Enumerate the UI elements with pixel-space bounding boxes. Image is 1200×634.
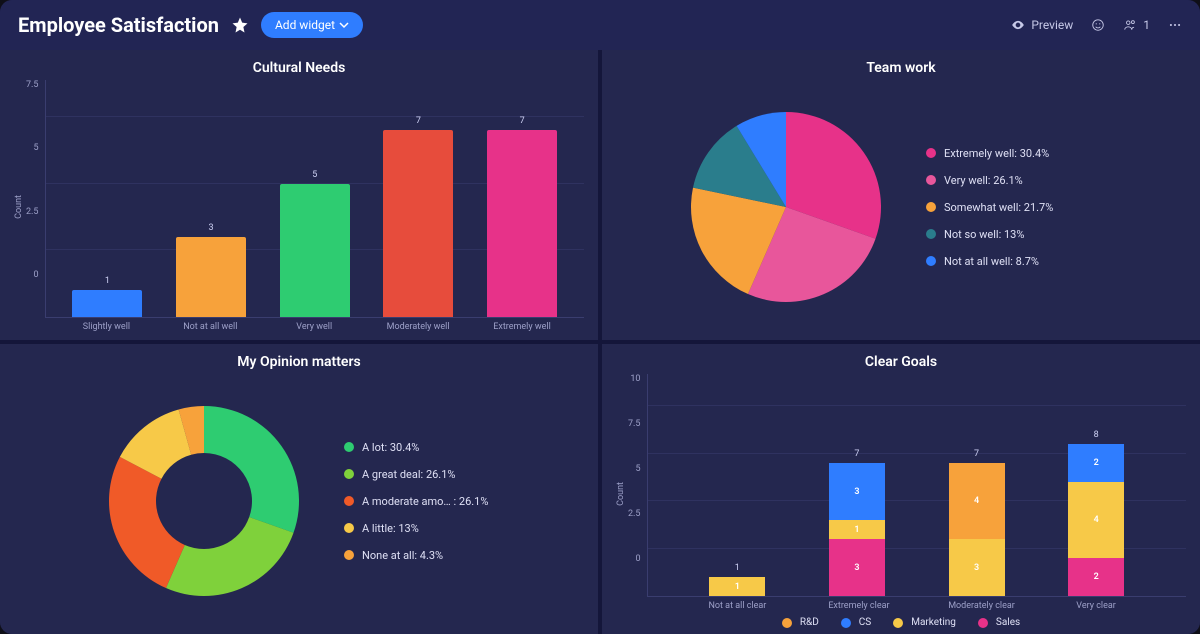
chart-title: Clear Goals: [616, 354, 1186, 370]
legend-item: None at all: 4.3%: [344, 549, 488, 562]
chart-title: My Opinion matters: [14, 354, 584, 370]
legend-item: Somewhat well: 21.7%: [926, 201, 1053, 214]
legend-item: Marketing: [893, 617, 956, 628]
widget-team-work[interactable]: Team work Extremely well: 30.4% Very well…: [602, 50, 1200, 340]
legend-item: A little: 13%: [344, 522, 488, 535]
chart-legend: R&D CS Marketing Sales: [616, 617, 1186, 628]
legend-item: Extremely well: 30.4%: [926, 147, 1053, 160]
eye-icon: [1011, 18, 1025, 32]
bar: 3: [176, 237, 246, 317]
people-icon: [1123, 18, 1137, 32]
legend-item: CS: [841, 617, 871, 628]
chart-legend: A lot: 30.4% A great deal: 26.1% A moderat…: [344, 441, 488, 562]
preview-button[interactable]: Preview: [1011, 18, 1073, 32]
share-button[interactable]: 1: [1123, 18, 1150, 32]
widget-opinion[interactable]: My Opinion matters A lot: 30.4% A great d…: [0, 344, 598, 634]
emoji-icon: [1091, 18, 1105, 32]
dots-icon: [1168, 18, 1182, 32]
legend-item: Very well: 26.1%: [926, 174, 1053, 187]
dashboard-app: Employee Satisfaction Add widget Preview…: [0, 0, 1200, 634]
widget-grid: Cultural Needs Count 7.552.50 13577 Slig…: [0, 50, 1200, 634]
star-icon[interactable]: [231, 16, 249, 34]
donut-chart: [94, 391, 314, 611]
legend-item: R&D: [782, 617, 819, 628]
legend-item: A great deal: 26.1%: [344, 468, 488, 481]
share-count: 1: [1143, 18, 1150, 32]
legend-item: Not so well: 13%: [926, 228, 1053, 241]
bar: 7: [487, 130, 557, 317]
bar: 5: [280, 184, 350, 317]
bar: 7: [383, 130, 453, 317]
pie-chart: [676, 97, 896, 317]
page-title: Employee Satisfaction: [18, 13, 219, 37]
emoji-button[interactable]: [1091, 18, 1105, 32]
add-widget-label: Add widget: [275, 18, 335, 32]
chart-title: Cultural Needs: [14, 60, 584, 76]
stacked-bar: 11: [709, 577, 765, 596]
stacked-bar: 734: [949, 463, 1005, 596]
topbar: Employee Satisfaction Add widget Preview…: [0, 0, 1200, 50]
topbar-right: Preview 1: [1011, 18, 1182, 32]
chevron-down-icon: [339, 20, 349, 30]
widget-cultural-needs[interactable]: Cultural Needs Count 7.552.50 13577 Slig…: [0, 50, 598, 340]
stacked-bar: 8242: [1068, 444, 1124, 596]
preview-label: Preview: [1031, 18, 1073, 32]
stacked-bar: 7313: [829, 463, 885, 596]
widget-clear-goals[interactable]: Clear Goals Count 107.552.50 11 7313 734…: [602, 344, 1200, 634]
legend-item: Sales: [978, 617, 1020, 628]
legend-item: A moderate amo… : 26.1%: [344, 495, 488, 508]
legend-item: A lot: 30.4%: [344, 441, 488, 454]
add-widget-button[interactable]: Add widget: [261, 12, 363, 38]
chart-legend: Extremely well: 30.4% Very well: 26.1% Som…: [926, 147, 1053, 268]
chart-title: Team work: [616, 60, 1186, 76]
bar: 1: [72, 290, 142, 317]
legend-item: Not at all well: 8.7%: [926, 255, 1053, 268]
more-button[interactable]: [1168, 18, 1182, 32]
